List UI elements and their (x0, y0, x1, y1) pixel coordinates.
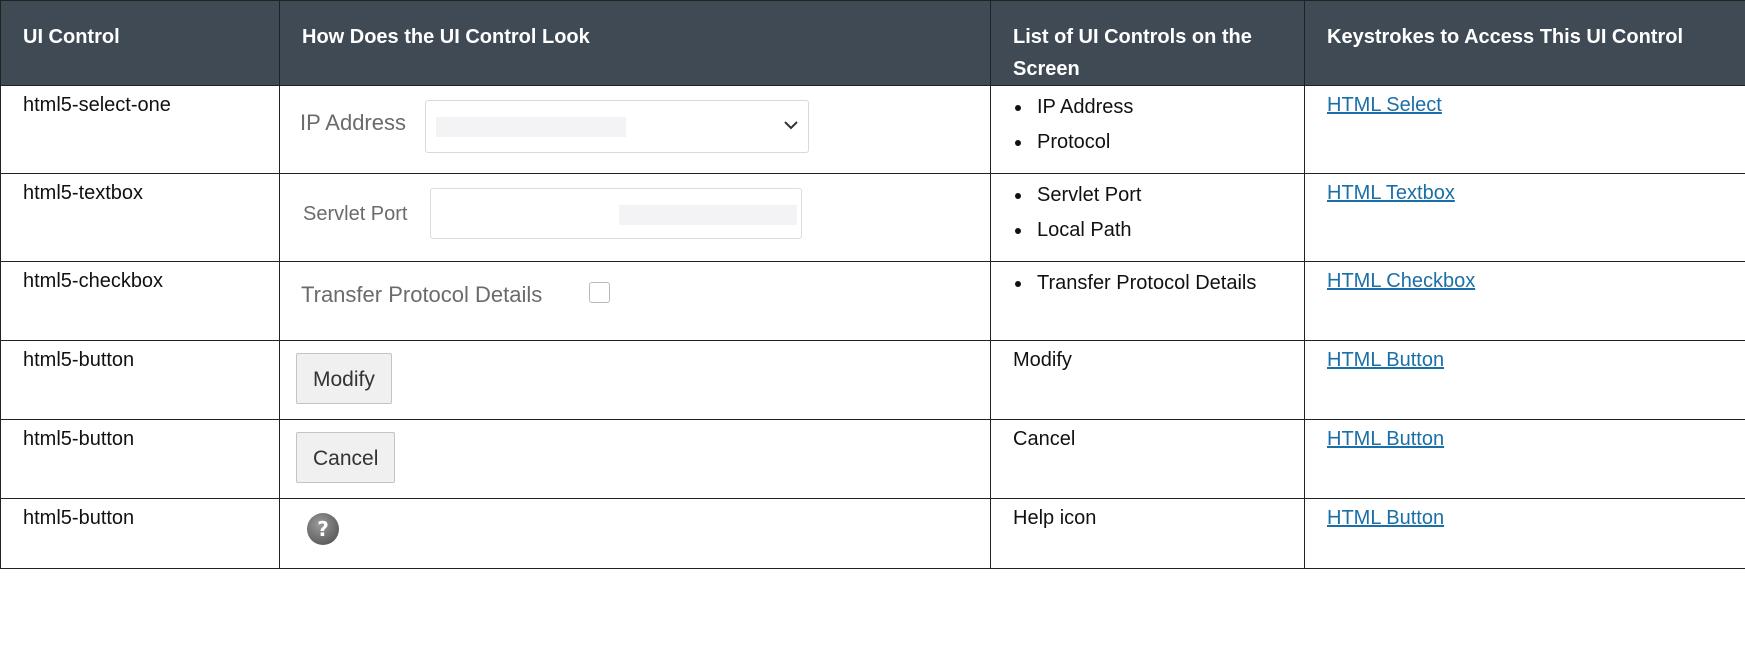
html-textbox-link[interactable]: HTML Textbox (1327, 182, 1455, 204)
table-row: html5-textbox Servlet Port Servlet Port … (0, 173, 1745, 262)
control-type: html5-button (0, 498, 280, 569)
ip-address-label: IP Address (300, 110, 406, 135)
controls-list: IP Address Protocol (990, 85, 1305, 174)
html-select-link[interactable]: HTML Select (1327, 94, 1442, 116)
keystroke-cell: HTML Checkbox (1304, 261, 1745, 341)
control-type: html5-textbox (0, 173, 280, 262)
controls-list: Modify (990, 340, 1305, 420)
control-type: html5-select-one (0, 85, 280, 174)
list-item: Transfer Protocol Details (1033, 266, 1292, 301)
table-row: html5-button Cancel Cancel HTML Button (0, 419, 1745, 499)
control-preview: Modify (279, 340, 991, 420)
ip-address-select[interactable] (425, 100, 809, 153)
table-row: html5-button ? Help icon HTML Button (0, 498, 1745, 569)
keystroke-cell: HTML Button (1304, 340, 1745, 420)
control-preview: Servlet Port (279, 173, 991, 262)
controls-list: Transfer Protocol Details (990, 261, 1305, 341)
header-keystrokes: Keystrokes to Access This UI Control (1304, 0, 1745, 86)
control-type: html5-button (0, 419, 280, 499)
select-value-redacted (436, 117, 626, 137)
list-item: Protocol (1033, 125, 1292, 160)
transfer-protocol-checkbox[interactable] (589, 282, 610, 303)
list-item: IP Address (1033, 90, 1292, 125)
table-row: html5-button Modify Modify HTML Button (0, 340, 1745, 420)
list-item: Servlet Port (1033, 178, 1292, 213)
html-checkbox-link[interactable]: HTML Checkbox (1327, 270, 1475, 292)
help-icon[interactable]: ? (305, 511, 341, 547)
keystroke-cell: HTML Button (1304, 498, 1745, 569)
input-value-redacted (619, 205, 797, 225)
list-item: Local Path (1033, 213, 1292, 248)
transfer-protocol-label: Transfer Protocol Details (301, 282, 543, 307)
control-preview: Transfer Protocol Details (279, 261, 991, 341)
header-row: UI Control How Does the UI Control Look … (0, 0, 1745, 86)
control-preview: ? (279, 498, 991, 569)
control-preview: IP Address (279, 85, 991, 174)
control-preview: Cancel (279, 419, 991, 499)
header-list: List of UI Controls on the Screen (990, 0, 1305, 86)
html-button-link[interactable]: HTML Button (1327, 507, 1444, 529)
servlet-port-input[interactable] (430, 188, 802, 239)
header-look: How Does the UI Control Look (279, 0, 991, 86)
cancel-button[interactable]: Cancel (296, 432, 396, 483)
chevron-down-icon (784, 121, 798, 130)
table-row: html5-select-one IP Address IP Address P… (0, 85, 1745, 174)
controls-list: Cancel (990, 419, 1305, 499)
keystroke-cell: HTML Textbox (1304, 173, 1745, 262)
keystroke-cell: HTML Button (1304, 419, 1745, 499)
servlet-port-label: Servlet Port (303, 203, 408, 225)
html-button-link[interactable]: HTML Button (1327, 349, 1444, 371)
svg-text:?: ? (317, 517, 329, 541)
modify-button[interactable]: Modify (296, 353, 392, 404)
table-row: html5-checkbox Transfer Protocol Details… (0, 261, 1745, 341)
controls-list: Servlet Port Local Path (990, 173, 1305, 262)
keystroke-cell: HTML Select (1304, 85, 1745, 174)
html-button-link[interactable]: HTML Button (1327, 428, 1444, 450)
control-type: html5-button (0, 340, 280, 420)
header-ui-control: UI Control (0, 0, 280, 86)
controls-list: Help icon (990, 498, 1305, 569)
ui-controls-table: UI Control How Does the UI Control Look … (0, 0, 1745, 569)
control-type: html5-checkbox (0, 261, 280, 341)
